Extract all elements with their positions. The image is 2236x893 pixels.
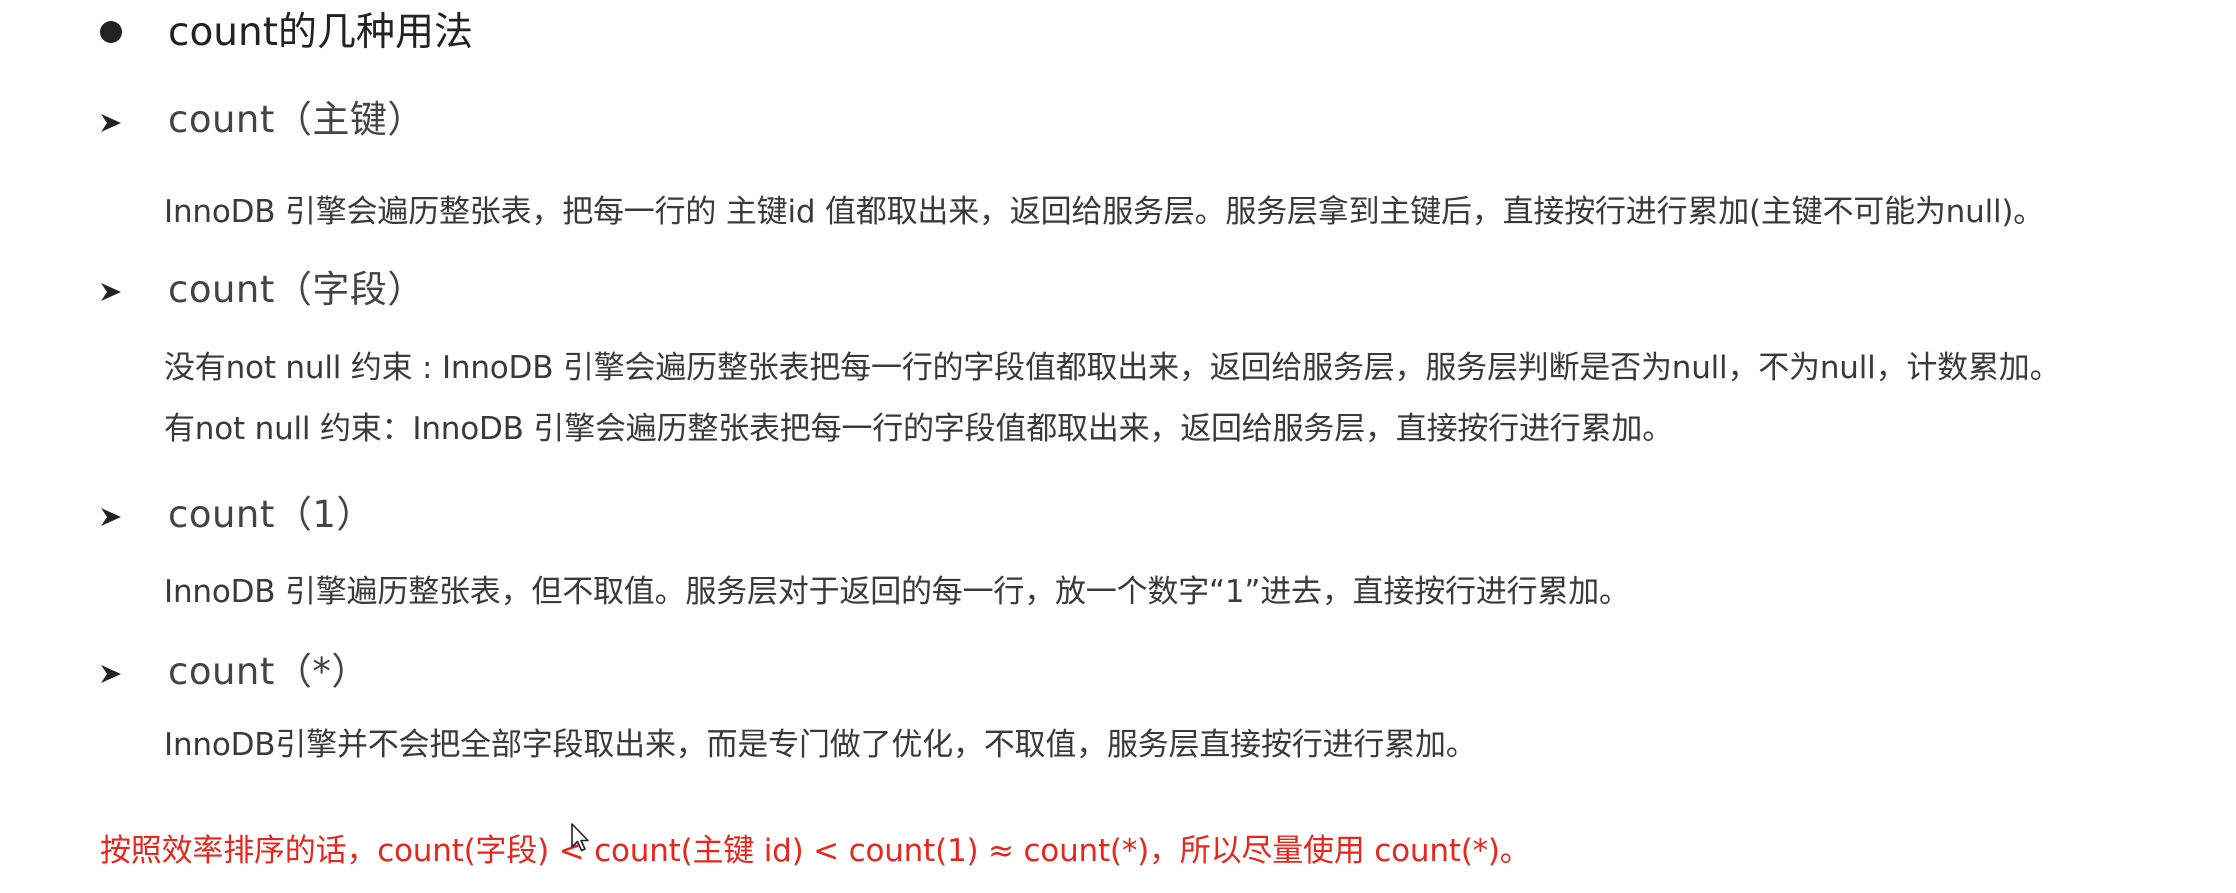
- section-title-field: count（字段）: [168, 268, 425, 311]
- section-desc-count-star: InnoDB引擎并不会把全部字段取出来，而是专门做了优化，不取值，服务层直接按行…: [164, 727, 1477, 763]
- arrow-bullet-icon: [98, 661, 124, 687]
- page-title: count的几种用法: [168, 10, 474, 55]
- section-desc-count-one: InnoDB 引擎遍历整张表，但不取值。服务层对于返回的每一行，放一个数字“1”…: [164, 574, 1630, 610]
- arrow-bullet-icon: [98, 110, 124, 136]
- arrow-bullet-icon: [98, 279, 124, 305]
- mouse-pointer-icon: [570, 823, 590, 853]
- section-title-primary-key: count（主键）: [168, 98, 425, 141]
- section-title-count-one: count（1）: [168, 493, 374, 536]
- section-desc-field-not-null: 有not null 约束：InnoDB 引擎会遍历整张表把每一行的字段值都取出来…: [164, 411, 1673, 447]
- conclusion-text: 按照效率排序的话，count(字段) < count(主键 id) < coun…: [100, 833, 1531, 869]
- section-title-count-star: count（*）: [168, 650, 369, 693]
- section-desc-primary-key: InnoDB 引擎会遍历整张表，把每一行的 主键id 值都取出来，返回给服务层。…: [164, 194, 2045, 230]
- bullet-dot-icon: [100, 21, 122, 43]
- arrow-bullet-icon: [98, 504, 124, 530]
- section-desc-field-nullable: 没有not null 约束 : InnoDB 引擎会遍历整张表把每一行的字段值都…: [164, 350, 2061, 386]
